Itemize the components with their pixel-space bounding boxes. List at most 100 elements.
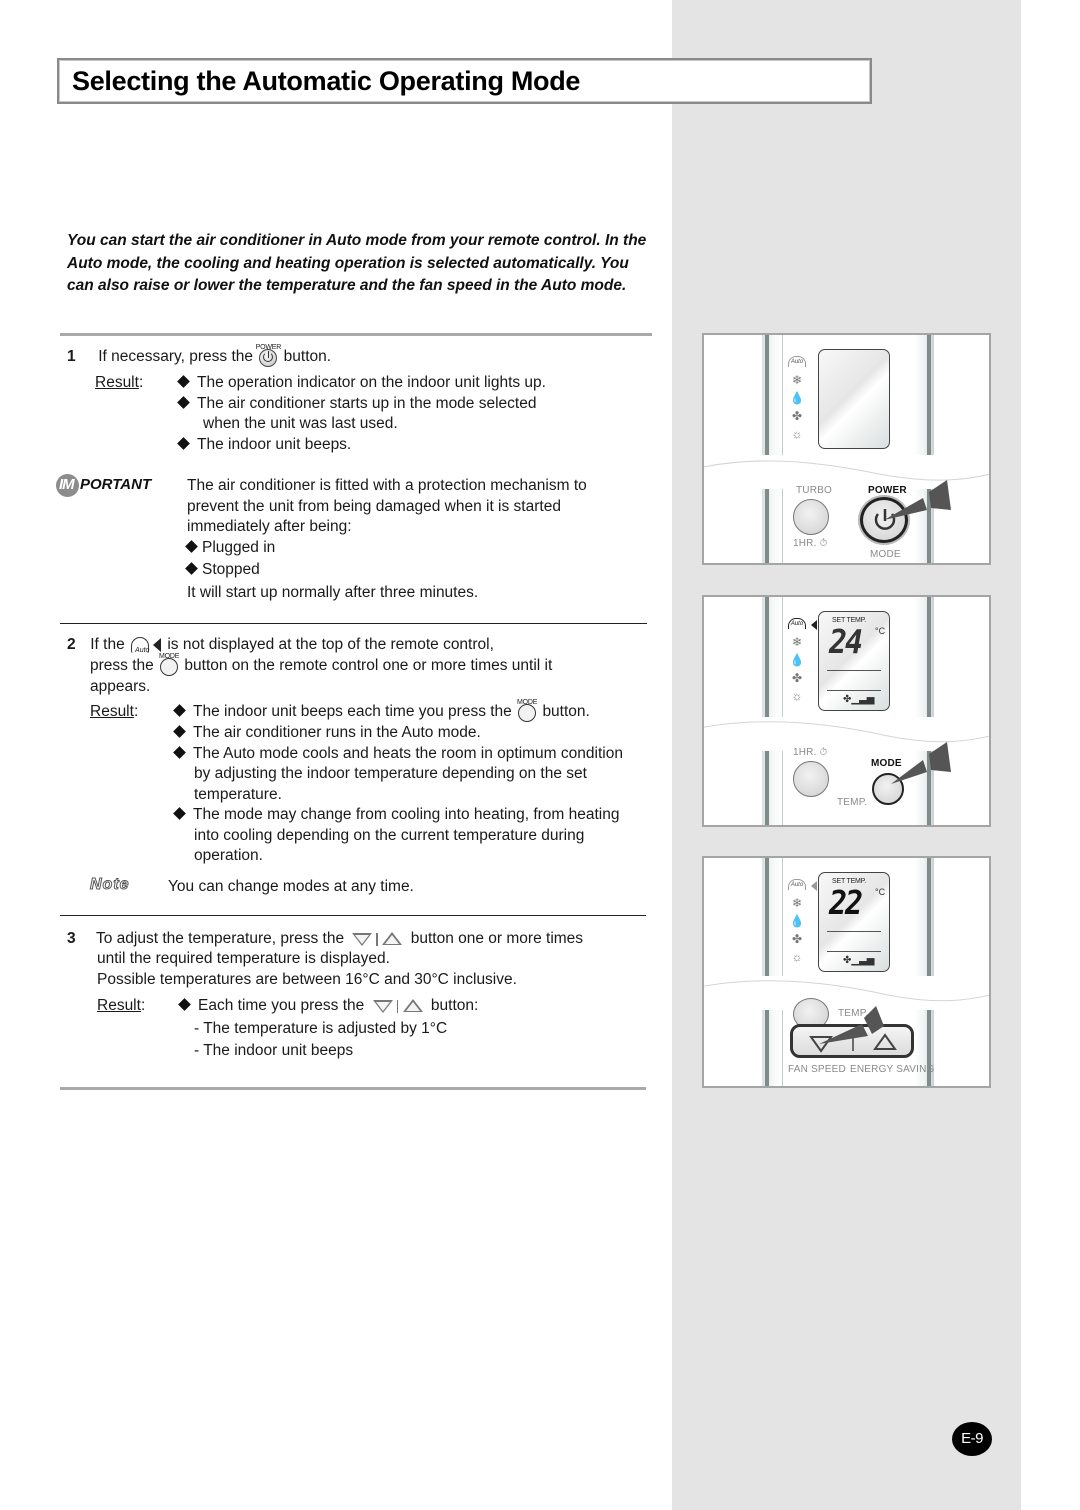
list-item-continued: temperature. bbox=[194, 786, 282, 803]
turbo-label: TURBO bbox=[796, 485, 832, 496]
result-label: Result: bbox=[97, 996, 145, 1017]
diamond-bullet-icon bbox=[178, 998, 191, 1011]
temp-unit: °C bbox=[875, 626, 886, 636]
diamond-bullet-icon bbox=[185, 562, 198, 575]
timer-button[interactable] bbox=[793, 761, 829, 797]
temp-readout: 22 bbox=[829, 884, 863, 923]
result-word: Result bbox=[90, 703, 134, 720]
fan-icon: ✤ bbox=[791, 932, 803, 946]
auto-icon: Auto bbox=[788, 618, 806, 629]
mode-label: MODE bbox=[870, 549, 901, 560]
cool-icon: ❄ bbox=[791, 896, 803, 910]
step-number: 3 bbox=[67, 930, 76, 947]
dry-icon: 💧 bbox=[789, 391, 805, 405]
list-item-continued: operation. bbox=[194, 847, 263, 864]
list-item: The indoor unit beeps. bbox=[177, 435, 352, 456]
power-button-icon: POWER bbox=[256, 344, 281, 367]
step2-text: press the bbox=[90, 657, 154, 675]
result-word: Result bbox=[95, 374, 139, 391]
mode-icon-column: Auto ❄ 💧 ✤ ☼ bbox=[787, 353, 807, 443]
heat-icon: ☼ bbox=[791, 427, 803, 441]
intro-paragraph: You can start the air conditioner in Aut… bbox=[67, 232, 647, 295]
colon: : bbox=[133, 703, 139, 720]
list-item: The mode may change from cooling into he… bbox=[173, 805, 620, 826]
cool-icon: ❄ bbox=[791, 373, 803, 387]
result-text-after: button. bbox=[542, 703, 590, 721]
result-text: The Auto mode cools and heats the room i… bbox=[193, 745, 623, 762]
important-text: immediately after being: bbox=[187, 518, 352, 535]
step2-text: If the bbox=[90, 636, 125, 653]
page-number: E-9 bbox=[952, 1422, 992, 1456]
lcd-display bbox=[818, 349, 890, 449]
result-text: The air conditioner runs in the Auto mod… bbox=[193, 724, 481, 741]
list-item: Each time you press the button: bbox=[178, 996, 479, 1017]
remote-illustration-power: Auto ❄ 💧 ✤ ☼ TURBO POWER 1HR. ⏱ MODE bbox=[702, 333, 991, 565]
remote-illustration-mode: Auto ❄ 💧 ✤ ☼ SET TEMP. 24 °C ✤▁▃▅ 1HR. ⏱… bbox=[702, 595, 991, 827]
dry-icon: 💧 bbox=[789, 653, 805, 667]
list-item-continued: into cooling depending on the current te… bbox=[194, 827, 585, 844]
result-word: Result bbox=[97, 997, 141, 1014]
important-text: prevent the unit from being damaged when… bbox=[187, 498, 561, 515]
diamond-bullet-icon bbox=[177, 396, 190, 409]
temp-unit: °C bbox=[875, 887, 886, 897]
section-divider bbox=[60, 333, 652, 336]
list-item-continued: when the unit was last used. bbox=[203, 415, 398, 432]
diamond-bullet-icon bbox=[185, 540, 198, 553]
diamond-bullet-icon bbox=[173, 807, 186, 820]
fan-speed-label: FAN SPEED bbox=[788, 1064, 846, 1075]
step2-text-after: is not displayed at the top of the remot… bbox=[167, 636, 494, 653]
fan-icon: ✤ bbox=[791, 671, 803, 685]
lcd-display: SET TEMP. 22 °C ✤▁▃▅ bbox=[811, 872, 890, 972]
step-number: 2 bbox=[67, 636, 76, 653]
result-text: The mode may change from cooling into he… bbox=[193, 806, 620, 823]
auto-indicator-arrow-icon bbox=[811, 620, 817, 630]
step1-instruction: 1 If necessary, press the POWER button. bbox=[67, 344, 331, 368]
result-text: The air conditioner starts up in the mod… bbox=[197, 395, 537, 412]
list-item: The indoor unit beeps each time you pres… bbox=[173, 699, 590, 723]
diamond-bullet-icon bbox=[173, 746, 186, 759]
remote-illustration-temp: Auto ❄ 💧 ✤ ☼ SET TEMP. 22 °C ✤▁▃▅ TEMP. … bbox=[702, 856, 991, 1088]
important-suffix: PORTANT bbox=[80, 476, 152, 493]
mode-button-icon: MODE bbox=[516, 699, 538, 722]
mode-button-icon: MODE bbox=[158, 653, 180, 676]
bullet-text: Stopped bbox=[202, 561, 260, 578]
fan-speed-indicator-icon: ✤▁▃▅ bbox=[843, 694, 875, 705]
list-item-continued: by adjusting the indoor temperature depe… bbox=[194, 765, 587, 782]
section-divider bbox=[60, 623, 647, 624]
lcd-display: SET TEMP. 24 °C ✤▁▃▅ bbox=[811, 611, 890, 711]
mode-icon-column: Auto ❄ 💧 ✤ ☼ bbox=[787, 876, 807, 966]
fan-speed-indicator-icon: ✤▁▃▅ bbox=[843, 955, 875, 966]
temp-label: TEMP. bbox=[837, 797, 868, 808]
result-label: Result: bbox=[95, 373, 143, 394]
important-prefix: IM bbox=[59, 476, 75, 493]
important-footer: It will start up normally after three mi… bbox=[187, 584, 479, 601]
step-number: 1 bbox=[67, 348, 76, 366]
auto-indicator-arrow-icon bbox=[811, 881, 817, 891]
step3-line1: 3 To adjust the temperature, press the b… bbox=[67, 929, 583, 950]
cool-icon: ❄ bbox=[791, 635, 803, 649]
diamond-bullet-icon bbox=[173, 704, 186, 717]
step1-text: If necessary, press the bbox=[98, 348, 254, 366]
auto-icon: Auto bbox=[788, 356, 806, 367]
mode-icon-column: Auto ❄ 💧 ✤ ☼ bbox=[787, 615, 807, 705]
diamond-bullet-icon bbox=[173, 725, 186, 738]
page-title: Selecting the Automatic Operating Mode bbox=[72, 66, 581, 96]
note-label: Note bbox=[90, 876, 130, 894]
step2-text-after: button on the remote control one or more… bbox=[184, 657, 553, 675]
fan-icon: ✤ bbox=[791, 409, 803, 423]
heat-icon: ☼ bbox=[791, 950, 803, 964]
result-text: The operation indicator on the indoor un… bbox=[197, 374, 546, 391]
section-divider bbox=[60, 915, 646, 916]
colon: : bbox=[140, 997, 146, 1014]
result-text-after: button: bbox=[430, 997, 479, 1014]
title-box: Selecting the Automatic Operating Mode bbox=[57, 58, 872, 104]
timer-label: 1HR. ⏱ bbox=[793, 747, 828, 758]
list-item: Plugged in bbox=[185, 538, 275, 559]
result-text: The indoor unit beeps each time you pres… bbox=[193, 703, 512, 721]
step3-text-after: button one or more times bbox=[410, 930, 584, 947]
result-label: Result: bbox=[90, 702, 138, 723]
heat-icon: ☼ bbox=[791, 689, 803, 703]
turbo-button[interactable] bbox=[793, 499, 829, 535]
step2-line1: 2 If the Auto is not displayed at the to… bbox=[67, 635, 494, 656]
result-text: The indoor unit beeps. bbox=[197, 436, 352, 453]
